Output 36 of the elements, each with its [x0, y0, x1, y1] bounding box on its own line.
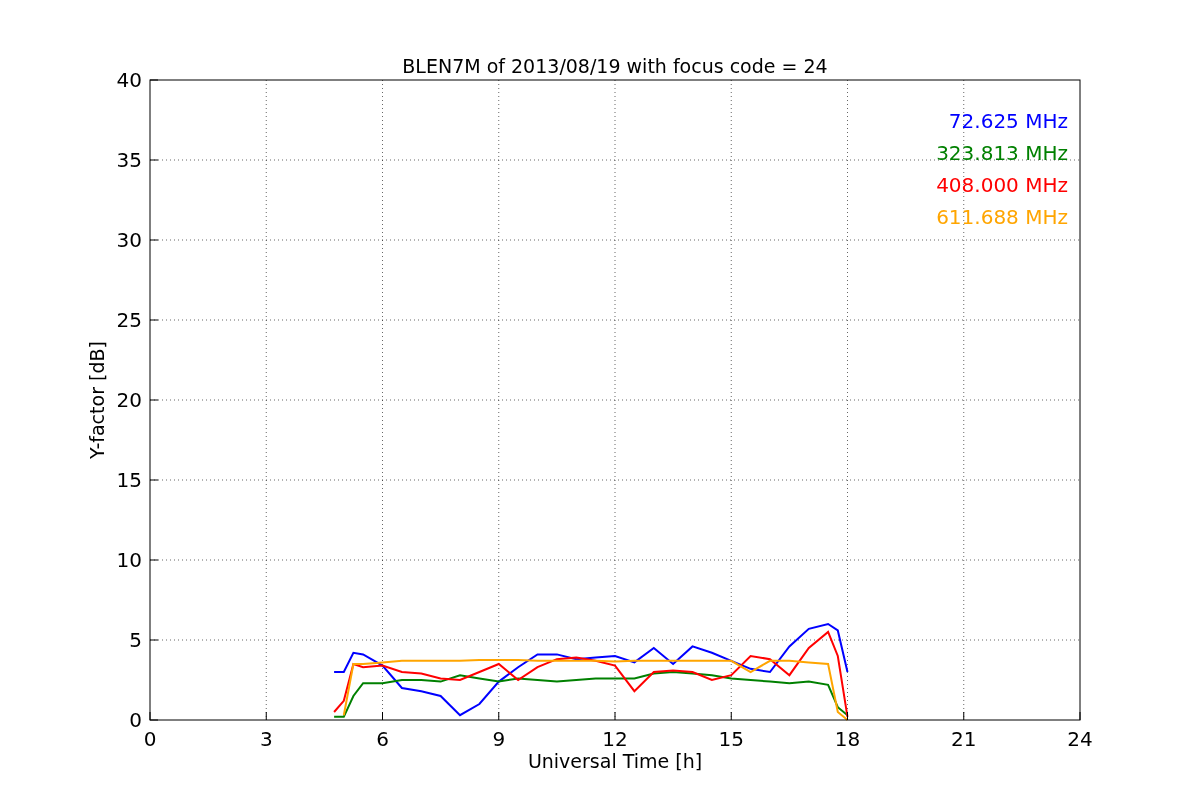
y-tick-label: 5 — [129, 628, 142, 652]
legend-label: 72.625 MHz — [948, 109, 1068, 133]
x-tick — [265, 711, 267, 721]
y-tick-label: 25 — [116, 308, 142, 332]
legend-label: 611.688 MHz — [936, 205, 1068, 229]
x-tick — [1079, 711, 1081, 721]
y-tick-label: 0 — [129, 708, 142, 732]
x-tick-label: 12 — [602, 727, 628, 751]
legend-label: 408.000 MHz — [936, 173, 1068, 197]
x-tick-label: 24 — [1067, 727, 1093, 751]
x-tick-label: 0 — [143, 727, 157, 751]
x-tick — [614, 711, 616, 721]
x-tick-label: 18 — [834, 727, 861, 751]
y-axis-label: Y-factor [dB] — [86, 341, 108, 459]
x-tick-label: 15 — [718, 727, 744, 751]
y-tick-label: 40 — [116, 68, 142, 92]
x-tick — [149, 711, 151, 721]
legend-label: 323.813 MHz — [936, 141, 1068, 165]
x-tick — [730, 711, 732, 721]
y-tick-label: 35 — [116, 148, 142, 172]
y-tick-label: 30 — [116, 228, 142, 252]
chart-title: BLEN7M of 2013/08/19 with focus code = 24 — [402, 55, 828, 77]
y-tick — [149, 719, 159, 721]
x-tick — [498, 711, 500, 721]
x-tick-label: 3 — [259, 727, 273, 751]
x-tick-label: 9 — [492, 727, 506, 751]
x-tick-label: 21 — [951, 727, 977, 751]
y-tick-label: 15 — [116, 468, 142, 492]
x-tick — [382, 711, 383, 721]
y-tick-label: 20 — [116, 388, 142, 412]
y-tick — [149, 79, 159, 81]
x-tick-label: 6 — [376, 727, 389, 751]
x-axis-label: Universal Time [h] — [527, 750, 703, 772]
x-tick — [847, 711, 848, 721]
x-tick — [963, 711, 965, 721]
y-tick-label: 10 — [116, 548, 142, 572]
